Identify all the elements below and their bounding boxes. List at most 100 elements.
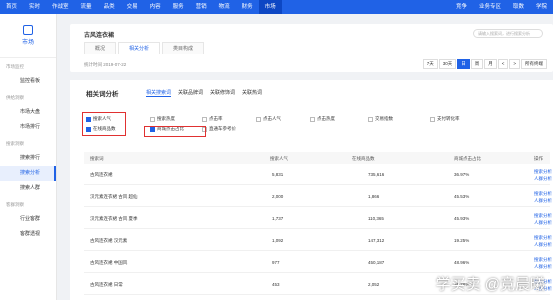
tab-related[interactable]: 相关分析 bbox=[118, 42, 161, 54]
date-7days[interactable]: 7天 bbox=[422, 59, 438, 69]
sidebar-item[interactable]: 市场排行 bbox=[0, 120, 56, 135]
subtab-hot-words[interactable]: 关联热词 bbox=[242, 89, 262, 97]
items-cell: 147,312 bbox=[368, 238, 385, 243]
subtab-brand-words[interactable]: 关联品牌词 bbox=[178, 89, 203, 97]
metric-option[interactable]: 交易指数 bbox=[368, 116, 393, 122]
table-row: 古风连衣裙 中国风 977 450,187 48.96% 搜索分析 人群分析 bbox=[84, 254, 552, 273]
ratio-cell: 45.53% bbox=[454, 194, 470, 199]
sidebar: 市场 市场监控 监控看板 供给洞察 市场大盘 市场排行 搜索洞察 搜索排行 搜索分析 搜索人群客… bbox=[0, 14, 57, 300]
date-30days[interactable]: 30天 bbox=[438, 59, 457, 69]
nav-item[interactable]: 交易 bbox=[121, 0, 144, 14]
items-cell: 1,866 bbox=[368, 194, 380, 199]
sidebar-item[interactable]: 搜索人群 bbox=[0, 181, 56, 196]
metric-option[interactable]: 点击率 bbox=[202, 116, 223, 122]
table-row: 古风连衣裙 5,831 735,616 36.97% 搜索分析 人群分析 bbox=[84, 166, 552, 185]
option-label: 支付转化率 bbox=[437, 116, 460, 121]
metric-option[interactable]: 直通车参考价 bbox=[202, 126, 236, 132]
nav-item[interactable]: 实时 bbox=[23, 0, 46, 14]
search-analysis-link[interactable]: 搜索分析 bbox=[534, 257, 552, 263]
nav-item[interactable]: 取数 bbox=[507, 0, 530, 14]
metric-option[interactable]: 点击热度 bbox=[310, 116, 335, 122]
nav-item[interactable]: 作战室 bbox=[46, 0, 75, 14]
nav-item[interactable]: 学院 bbox=[530, 0, 553, 14]
date-prev[interactable]: < bbox=[497, 59, 509, 69]
search-analysis-link[interactable]: 搜索分析 bbox=[534, 169, 552, 175]
crowd-analysis-link[interactable]: 人群分析 bbox=[534, 198, 552, 204]
search-analysis-link[interactable]: 搜索分析 bbox=[534, 191, 552, 197]
shop-title: 古风连衣裙 bbox=[84, 33, 115, 39]
crowd-analysis-link[interactable]: 人群分析 bbox=[534, 220, 552, 226]
search-word: 古风连衣裙 中国风 bbox=[90, 260, 128, 265]
date-week[interactable]: 周 bbox=[470, 59, 484, 69]
table-row: 古风连衣裙 汉元素 1,092 147,312 19.25% 搜索分析 人群分析 bbox=[84, 232, 552, 251]
items-cell: 110,365 bbox=[368, 216, 384, 221]
checkbox[interactable] bbox=[310, 116, 315, 122]
nav-item[interactable]: 首页 bbox=[0, 0, 23, 14]
market-icon bbox=[23, 25, 33, 35]
sidebar-group-label: 客群洞察 bbox=[6, 202, 24, 207]
nav-item[interactable]: 服务 bbox=[167, 0, 190, 14]
tab-overview[interactable]: 概况 bbox=[84, 42, 117, 54]
nav-item[interactable]: 市场 bbox=[258, 0, 282, 14]
col-action: 操作 bbox=[534, 156, 543, 161]
search-word: 汉元素连衣裙 古风 夏季 bbox=[90, 216, 138, 221]
search-word: 古风连衣裙 bbox=[90, 172, 113, 177]
sidebar-item[interactable]: 搜索分析 bbox=[0, 166, 56, 181]
sidebar-item[interactable]: 市场大盘 bbox=[0, 105, 56, 120]
checkbox[interactable] bbox=[368, 116, 373, 122]
search-word: 古风连衣裙 汉元素 bbox=[90, 238, 128, 243]
nav-item[interactable]: 物流 bbox=[213, 0, 236, 14]
option-label: 点击人气 bbox=[263, 116, 281, 121]
tab-category[interactable]: 类目构成 bbox=[162, 42, 205, 54]
sidebar-item[interactable]: 客群透视 bbox=[0, 227, 56, 242]
sidebar-item[interactable]: 监控看板 bbox=[0, 74, 56, 89]
metric-option[interactable]: 支付转化率 bbox=[430, 116, 460, 122]
subtab-modifier-words[interactable]: 关联修饰词 bbox=[210, 89, 235, 97]
nav-item[interactable]: 营销 bbox=[190, 0, 213, 14]
col-items[interactable]: 在线商品数 bbox=[352, 156, 375, 162]
table-row: 汉元素连衣裙 古风 超仙 2,000 1,866 45.53% 搜索分析 人群分析 bbox=[84, 188, 552, 207]
ratio-cell: 36.97% bbox=[454, 172, 470, 177]
date-month[interactable]: 月 bbox=[484, 59, 497, 69]
nav-item[interactable]: 竞争 bbox=[450, 0, 473, 14]
highlight-box-mid bbox=[144, 126, 206, 137]
sidebar-title: 市场 bbox=[21, 40, 34, 46]
sidebar-item[interactable]: 搜索排行 bbox=[0, 151, 56, 166]
metric-option[interactable]: 搜索热度 bbox=[150, 116, 175, 122]
terminal-select[interactable]: 所有终端 bbox=[521, 59, 547, 69]
highlight-box-left bbox=[82, 112, 126, 136]
popularity-cell: 977 bbox=[272, 260, 280, 265]
items-cell: 450,187 bbox=[368, 260, 385, 265]
items-cell: 735,616 bbox=[368, 172, 385, 177]
checkbox[interactable] bbox=[430, 116, 435, 122]
date-day[interactable]: 日 bbox=[457, 59, 470, 69]
metric-option[interactable]: 点击人气 bbox=[256, 116, 281, 122]
search-input[interactable]: 请输入搜索词，进行搜索分析 bbox=[473, 29, 543, 38]
sidebar-group-label: 搜索洞察 bbox=[6, 141, 24, 146]
nav-item[interactable]: 业务专区 bbox=[473, 0, 507, 14]
col-popularity[interactable]: 搜索人气 bbox=[270, 156, 288, 162]
table-row: 汉元素连衣裙 古风 夏季 1,737 110,365 45.93% 搜索分析 人群分析 bbox=[84, 210, 552, 229]
sidebar-group-label: 供给洞察 bbox=[6, 95, 24, 100]
crowd-analysis-link[interactable]: 人群分析 bbox=[534, 242, 552, 248]
nav-item[interactable]: 流量 bbox=[75, 0, 98, 14]
sidebar-header[interactable]: 市场 bbox=[0, 14, 56, 58]
date-next[interactable]: > bbox=[509, 59, 520, 69]
related-words-card: 相关词分析 相关搜索词 关联品牌词 关联修饰词 关联热词 搜索人气 搜索热度 点击率… bbox=[70, 80, 553, 300]
checkbox[interactable] bbox=[202, 116, 207, 122]
crowd-analysis-link[interactable]: 人群分析 bbox=[534, 176, 552, 182]
search-analysis-link[interactable]: 搜索分析 bbox=[534, 235, 552, 241]
search-analysis-link[interactable]: 搜索分析 bbox=[534, 213, 552, 219]
nav-item[interactable]: 财务 bbox=[236, 0, 259, 14]
nav-item[interactable]: 品类 bbox=[98, 0, 121, 14]
section-title: 相关词分析 bbox=[86, 91, 119, 98]
popularity-cell: 2,000 bbox=[272, 194, 284, 199]
crowd-analysis-link[interactable]: 人群分析 bbox=[534, 264, 552, 270]
checkbox[interactable] bbox=[150, 116, 155, 122]
checkbox[interactable] bbox=[256, 116, 261, 122]
col-ratio[interactable]: 商城点击占比 bbox=[454, 156, 481, 162]
nav-item[interactable]: 内容 bbox=[144, 0, 167, 14]
subtab-search-words[interactable]: 相关搜索词 bbox=[146, 89, 172, 97]
top-nav: 首页 实时 作战室 流量 品类 交易 内容 服务 营销 物流 财务 市场 竞争 业务专区 取数 学院 bbox=[0, 0, 553, 14]
sidebar-item[interactable]: 行业客群 bbox=[0, 212, 56, 227]
